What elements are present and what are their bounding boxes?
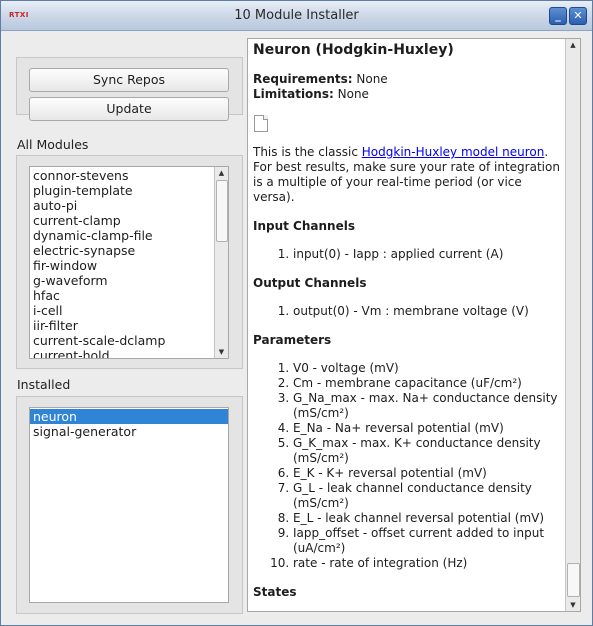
installed-list[interactable]: neuron signal-generator — [29, 407, 229, 603]
doc-title: Neuron (Hodgkin-Huxley) — [253, 42, 454, 58]
output-channels-list: output(0) - Vm : membrane voltage (V) — [253, 304, 563, 319]
document-icon — [254, 115, 268, 132]
module-list-item[interactable]: fir-window — [30, 258, 214, 273]
scroll-up-icon[interactable]: ▲ — [215, 167, 228, 179]
parameter-item: G_K_max - max. K+ conductance density (m… — [293, 436, 563, 466]
module-list-item[interactable]: current-hold — [30, 348, 214, 358]
installed-label: Installed — [17, 377, 71, 392]
module-list-item[interactable]: plugin-template — [30, 183, 214, 198]
module-list-item[interactable]: current-clamp — [30, 213, 214, 228]
parameter-item: rate - rate of integration (Hz) — [293, 556, 563, 571]
module-documentation: Neuron (Hodgkin-Huxley) Requirements: No… — [247, 38, 581, 612]
input-channel-item: input(0) - Iapp : applied current (A) — [293, 247, 563, 262]
window-title: 10 Module Installer — [234, 8, 359, 23]
input-channels-heading: Input Channels — [253, 219, 355, 233]
parameter-item: E_L - leak channel reversal potential (m… — [293, 511, 563, 526]
scroll-down-icon[interactable]: ▼ — [215, 346, 228, 358]
states-heading: States — [253, 585, 297, 599]
output-channels-heading: Output Channels — [253, 276, 367, 290]
parameter-item: G_L - leak channel conductance density (… — [293, 481, 563, 511]
parameter-item: E_K - K+ reversal potential (mV) — [293, 466, 563, 481]
requirements-line: Requirements: None — [253, 72, 563, 87]
module-list-item[interactable]: iir-filter — [30, 318, 214, 333]
module-list-item[interactable]: hfac — [30, 288, 214, 303]
repo-actions-panel: Sync Repos Update — [16, 57, 243, 121]
parameters-heading: Parameters — [253, 333, 332, 347]
parameter-item: Iapp_offset - offset current added to in… — [293, 526, 563, 556]
parameter-item: V0 - voltage (mV) — [293, 361, 563, 376]
output-channel-item: output(0) - Vm : membrane voltage (V) — [293, 304, 563, 319]
installed-items: neuron signal-generator — [30, 409, 228, 439]
module-list-item[interactable]: current-scale-dclamp — [30, 333, 214, 348]
limitations-label: Limitations: — [253, 87, 334, 101]
parameter-item: Cm - membrane capacitance (uF/cm²) — [293, 376, 563, 391]
module-list-item[interactable]: i-cell — [30, 303, 214, 318]
module-list-item[interactable]: dynamic-clamp-file — [30, 228, 214, 243]
scroll-down-icon[interactable]: ▼ — [566, 599, 580, 611]
title-bar[interactable]: RTXI 10 Module Installer _ ✕ — [1, 1, 592, 31]
module-installer-window: RTXI 10 Module Installer _ ✕ Sync Repos … — [0, 0, 593, 626]
scroll-thumb[interactable] — [216, 180, 228, 242]
sync-repos-button[interactable]: Sync Repos — [29, 68, 229, 92]
module-list-item[interactable]: electric-synapse — [30, 243, 214, 258]
requirements-value: None — [356, 72, 388, 86]
module-list-item[interactable]: g-waveform — [30, 273, 214, 288]
requirements-label: Requirements: — [253, 72, 353, 86]
all-modules-group: connor-stevens plugin-template auto-pi curr… — [16, 155, 243, 369]
hodgkin-huxley-link[interactable]: Hodgkin-Huxley model neuron — [362, 145, 545, 159]
scroll-thumb[interactable] — [567, 563, 580, 597]
module-list-item[interactable]: connor-stevens — [30, 168, 214, 183]
installed-group: neuron signal-generator — [16, 396, 243, 614]
close-icon[interactable]: ✕ — [569, 7, 587, 25]
parameters-list: V0 - voltage (mV)Cm - membrane capacitan… — [253, 361, 563, 571]
update-button[interactable]: Update — [29, 97, 229, 121]
limitations-line: Limitations: None — [253, 87, 563, 102]
installed-list-item[interactable]: neuron — [30, 409, 228, 424]
installed-list-item[interactable]: signal-generator — [30, 424, 228, 439]
all-modules-label: All Modules — [17, 137, 89, 152]
all-modules-list[interactable]: connor-stevens plugin-template auto-pi curr… — [29, 166, 229, 359]
doc-scrollbar[interactable]: ▲ ▼ — [565, 39, 580, 611]
limitations-value: None — [337, 87, 369, 101]
input-channels-list: input(0) - Iapp : applied current (A) — [253, 247, 563, 262]
all-modules-items: connor-stevens plugin-template auto-pi curr… — [30, 168, 214, 358]
parameter-item: G_Na_max - max. Na+ conductance density … — [293, 391, 563, 421]
intro-paragraph: This is the classic Hodgkin-Huxley model… — [253, 145, 563, 205]
scroll-up-icon[interactable]: ▲ — [566, 39, 580, 51]
module-list-item[interactable]: auto-pi — [30, 198, 214, 213]
minimize-icon[interactable]: _ — [549, 7, 567, 25]
all-modules-scrollbar[interactable]: ▲ ▼ — [214, 167, 228, 358]
intro-text: This is the classic — [253, 145, 362, 159]
parameter-item: E_Na - Na+ reversal potential (mV) — [293, 421, 563, 436]
